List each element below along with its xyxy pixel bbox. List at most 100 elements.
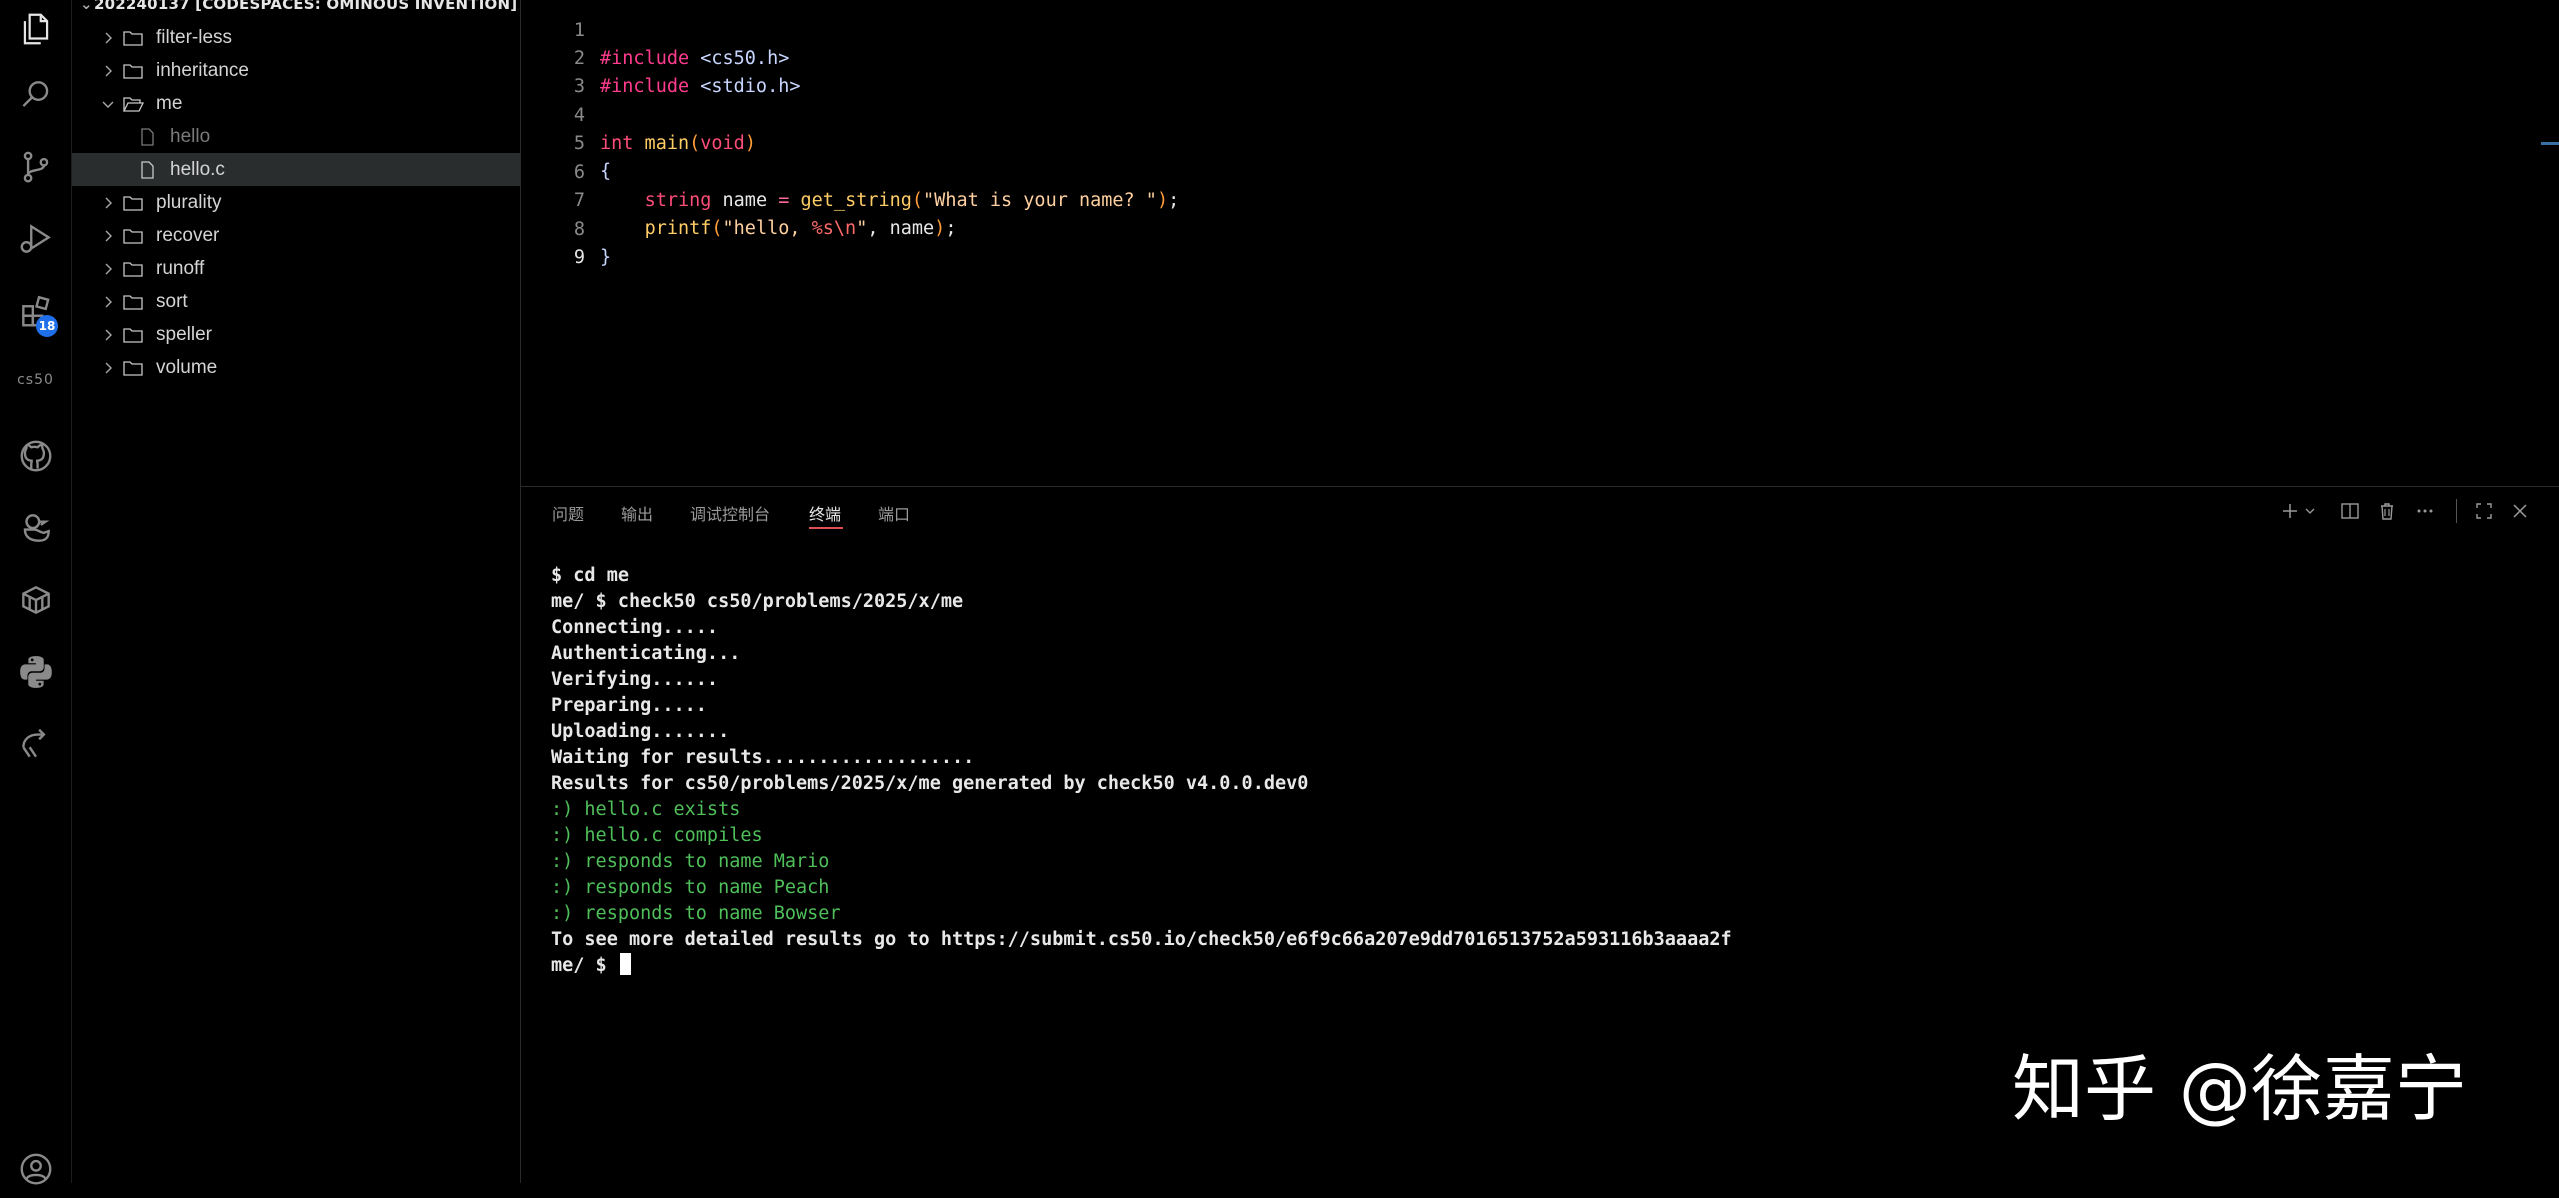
terminal-line: Preparing.....	[551, 695, 707, 716]
active-tab-indicator	[809, 527, 843, 529]
tab-debug-console[interactable]: 调试控制台	[690, 501, 770, 525]
extensions-icon[interactable]	[0, 282, 71, 340]
terminal-line: Uploading.......	[551, 721, 730, 742]
python-icon[interactable]	[0, 643, 71, 701]
folder-icon	[123, 63, 143, 79]
tree-item-me[interactable]: me	[72, 87, 548, 120]
folder-icon	[123, 360, 143, 376]
search-icon[interactable]	[0, 66, 71, 124]
tree-item-runoff[interactable]: runoff	[72, 252, 548, 285]
trash-icon[interactable]	[2376, 500, 2398, 522]
terminal-line: Authenticating...	[551, 643, 741, 664]
terminal-line: Results for cs50/problems/2025/x/me gene…	[551, 773, 1309, 794]
minimap-marker	[2541, 142, 2559, 145]
code-line: 3	[521, 45, 2559, 97]
terminal-line: :) responds to name Peach	[551, 877, 830, 898]
file-icon	[141, 127, 154, 146]
cs50-label[interactable]: cs50	[0, 372, 71, 388]
chevron-down-icon: ⌄	[80, 0, 93, 13]
chevron-right-icon	[105, 362, 112, 373]
code-line: 1 #include <cs50.h>	[521, 0, 2559, 69]
tree-item-label: me	[156, 92, 183, 114]
tree-item-sort[interactable]: sort	[72, 285, 548, 318]
tree-item-label: volume	[156, 356, 218, 378]
split-terminal-icon[interactable]	[2339, 500, 2361, 522]
chevron-right-icon	[105, 263, 112, 274]
terminal-line: $ cd me	[551, 565, 629, 586]
line-number: 9	[573, 247, 585, 268]
code-line: 5 {	[521, 102, 2559, 182]
folder-icon	[123, 30, 143, 46]
chevron-right-icon	[105, 296, 112, 307]
new-terminal-icon[interactable]	[2279, 500, 2301, 522]
close-panel-icon[interactable]	[2509, 500, 2531, 522]
terminal-line: Connecting.....	[551, 617, 719, 638]
extensions-badge: 18	[36, 315, 58, 337]
tree-item-label: inheritance	[156, 59, 249, 81]
chevron-right-icon	[105, 197, 112, 208]
tree-item-label: plurality	[156, 191, 222, 213]
terminal-prompt[interactable]: me/ $	[551, 953, 631, 979]
run-debug-icon[interactable]	[0, 210, 71, 268]
chevron-right-icon	[105, 65, 112, 76]
github-icon[interactable]	[0, 427, 71, 485]
folder-icon	[123, 294, 143, 310]
code-line: 6 string name = get_string("What is your…	[521, 131, 2559, 211]
file-icon	[141, 160, 154, 179]
terminal-line: me/ $ check50 cs50/problems/2025/x/me	[551, 591, 964, 612]
tree-item-label: runoff	[156, 257, 205, 279]
terminal-line: :) responds to name Mario	[551, 851, 830, 872]
source-control-icon[interactable]	[0, 138, 71, 196]
tree-item-label: speller	[156, 323, 212, 345]
folder-icon	[123, 327, 143, 343]
code-line: 7 printf("hello, %s\n", name);	[521, 159, 2559, 239]
tree-item-volume[interactable]: volume	[72, 351, 548, 384]
tree-item-label: hello	[170, 125, 211, 147]
tree-item-hello[interactable]: hello	[72, 120, 584, 153]
toolbar-divider	[2456, 499, 2457, 523]
code-line: 9	[521, 216, 2559, 268]
chevron-down-icon[interactable]	[2303, 500, 2317, 522]
folder-icon	[123, 228, 143, 244]
duck-icon[interactable]	[0, 499, 71, 557]
terminal-line: :) responds to name Bowser	[551, 903, 841, 924]
chevron-right-icon	[105, 329, 112, 340]
maximize-panel-icon[interactable]	[2473, 500, 2495, 522]
container-icon[interactable]	[0, 571, 71, 629]
code-editor[interactable]: 1 #include <cs50.h> 2 #include <stdio.h>…	[521, 0, 2559, 485]
tab-problems[interactable]: 问题	[552, 501, 584, 525]
tab-terminal[interactable]: 终端	[809, 501, 841, 525]
explorer-icon[interactable]	[0, 0, 71, 58]
more-actions-icon[interactable]	[2414, 500, 2436, 522]
code-line: 2 #include <stdio.h>	[521, 17, 2559, 97]
tab-ports[interactable]: 端口	[878, 501, 910, 525]
tree-item-recover[interactable]: recover	[72, 219, 548, 252]
tree-item-inheritance[interactable]: inheritance	[72, 54, 548, 87]
tree-item-hello-c[interactable]: hello.c	[72, 153, 584, 186]
folder-open-icon	[122, 96, 144, 112]
terminal-line: Waiting for results...................	[551, 747, 975, 768]
terminal-line: :) hello.c exists	[551, 799, 741, 820]
workspace-title[interactable]: ⌄202240137 [CODESPACES: OMINOUS INVENTIO…	[80, 0, 517, 13]
code-line: 4 int main(void)	[521, 74, 2559, 154]
tab-output[interactable]: 输出	[621, 501, 653, 525]
tree-item-plurality[interactable]: plurality	[72, 186, 548, 219]
zhihu-watermark: 知乎 @徐嘉宁	[2012, 1047, 2467, 1131]
terminal-line: :) hello.c compiles	[551, 825, 763, 846]
folder-icon	[123, 261, 143, 277]
account-icon[interactable]	[0, 1140, 71, 1198]
chevron-right-icon	[105, 32, 112, 43]
tree-item-filter-less[interactable]: filter-less	[72, 21, 548, 54]
terminal-line: To see more detailed results go to https…	[551, 929, 1732, 950]
tree-item-label: filter-less	[156, 26, 233, 48]
terminal-cursor	[619, 953, 631, 975]
remote-explorer-icon[interactable]	[0, 715, 71, 773]
terminal-line: Verifying......	[551, 669, 719, 690]
explorer-sidebar: ⌄202240137 [CODESPACES: OMINOUS INVENTIO…	[72, 0, 584, 1183]
tree-item-speller[interactable]: speller	[72, 318, 548, 351]
activity-bar: 18 cs50	[0, 0, 72, 1185]
tree-item-label: sort	[156, 290, 188, 312]
code-line: 8 }	[521, 188, 2559, 268]
folder-icon	[123, 195, 143, 211]
tree-item-label: hello.c	[170, 158, 225, 180]
